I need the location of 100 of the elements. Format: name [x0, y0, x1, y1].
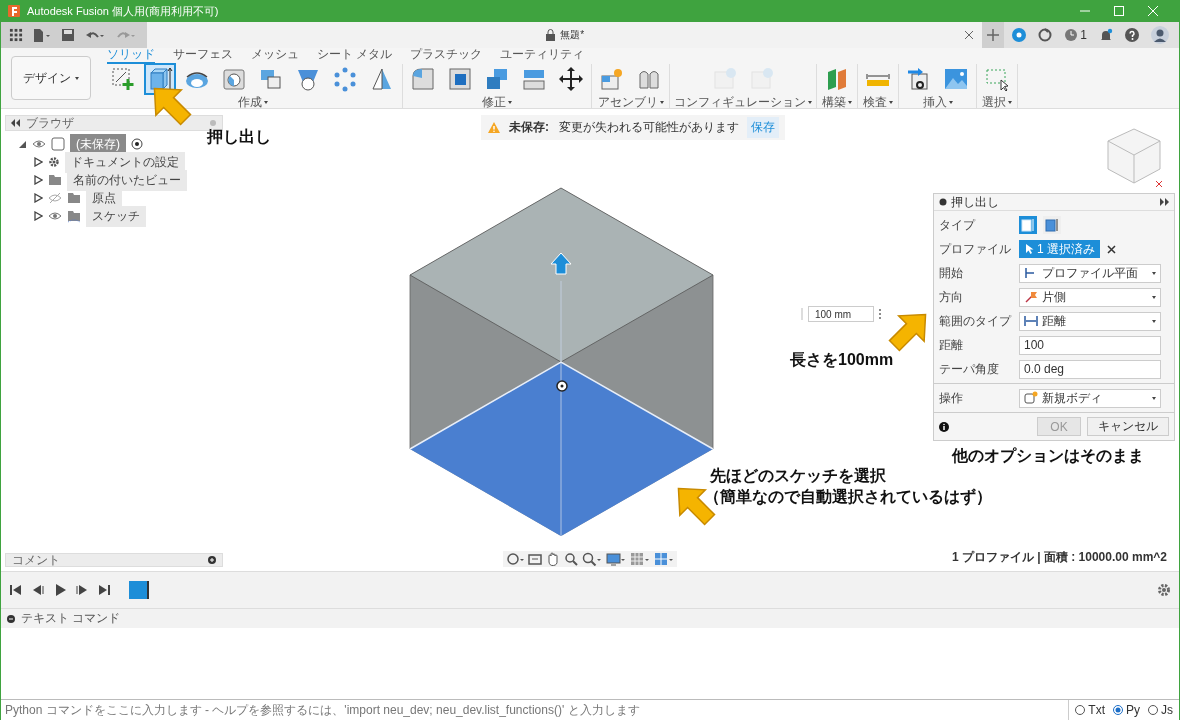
ribbon-tab[interactable]: メッシュ — [251, 48, 299, 64]
input-field[interactable]: 0.0 deg — [1019, 359, 1161, 379]
expand-panel-icon[interactable] — [1159, 197, 1169, 207]
language-radio[interactable]: Py — [1113, 703, 1140, 717]
viewports-icon[interactable] — [654, 552, 674, 566]
component-box-icon — [51, 137, 65, 151]
hole-icon[interactable] — [221, 66, 247, 92]
collapse-icon[interactable] — [939, 198, 947, 206]
maximize-icon[interactable] — [1113, 5, 1125, 17]
settings-icon[interactable] — [1157, 583, 1171, 597]
annotation-caption: （簡単なので自動選択されているはず） — [704, 487, 992, 507]
dropdown-field[interactable]: 距離 — [1019, 311, 1161, 331]
clear-icon[interactable] — [1106, 243, 1117, 255]
field-label: 範囲のタイプ — [939, 312, 1013, 330]
first-icon[interactable] — [9, 583, 23, 597]
annotation-caption: 押し出し — [207, 127, 271, 147]
step-forward-icon[interactable] — [75, 583, 89, 597]
fillet-icon[interactable] — [410, 66, 436, 92]
play-icon[interactable] — [53, 583, 67, 597]
collapse-triangle-icon[interactable] — [17, 139, 27, 149]
combine-icon[interactable] — [484, 66, 510, 92]
ribbon-tab[interactable]: サーフェス — [173, 48, 233, 64]
expand-triangle-icon[interactable] — [33, 193, 43, 203]
annotation-caption: 先ほどのスケッチを選択 — [710, 466, 886, 486]
point-handle-icon[interactable] — [556, 380, 568, 392]
zoom-window-icon[interactable] — [582, 552, 602, 566]
cursor-icon — [1024, 243, 1034, 255]
ribbon-tab[interactable]: プラスチック — [410, 48, 483, 64]
profile-selection-button[interactable]: 1 選択済み — [1019, 240, 1100, 258]
gear-icon — [48, 156, 60, 168]
grid-icon[interactable] — [630, 552, 650, 566]
component-icon[interactable] — [599, 66, 625, 92]
last-icon[interactable] — [97, 583, 111, 597]
sketch-icon[interactable] — [110, 66, 136, 92]
save-icon[interactable] — [61, 28, 75, 42]
type-toggle[interactable] — [1019, 216, 1037, 234]
extensions-icon[interactable] — [1012, 28, 1027, 42]
warning-icon — [487, 121, 501, 134]
apps-grid-icon[interactable] — [9, 28, 23, 42]
text-commands-title: テキスト コマンド — [21, 610, 121, 627]
language-radio[interactable]: Txt — [1075, 703, 1105, 717]
radio-icon — [1148, 705, 1158, 715]
selection-box-icon[interactable] — [984, 66, 1010, 92]
workspace-dropdown[interactable]: デザイン — [11, 56, 91, 100]
field-label: タイプ — [939, 216, 977, 234]
expand-triangle-icon[interactable] — [33, 211, 43, 221]
shell-icon[interactable] — [447, 66, 473, 92]
look-at-icon[interactable] — [528, 552, 542, 566]
dropdown-field[interactable]: 新規ボディ — [1019, 388, 1161, 408]
document-tab[interactable]: 無題* — [545, 28, 585, 42]
clock-icon[interactable] — [1064, 28, 1079, 42]
browser-item[interactable]: スケッチ — [86, 205, 146, 227]
language-radio[interactable]: Js — [1148, 703, 1173, 717]
lock-icon — [545, 29, 557, 41]
more-icon[interactable] — [878, 308, 882, 320]
zoom-icon[interactable] — [564, 552, 578, 566]
collapse-panel-icon[interactable] — [10, 118, 20, 128]
avatar-icon[interactable] — [1151, 26, 1169, 44]
expand-triangle-icon[interactable] — [33, 175, 43, 185]
comments-title: コメント — [12, 551, 60, 569]
orbit-icon[interactable] — [506, 552, 524, 566]
status-text: 1 プロファイル | 面積 : 10000.00 mm^2 — [951, 549, 1167, 566]
timeline-sketch-feature[interactable] — [129, 581, 149, 599]
image-icon[interactable] — [943, 66, 969, 92]
move-icon[interactable] — [558, 66, 584, 92]
radio-selected-icon — [1113, 705, 1123, 715]
eye-icon[interactable] — [32, 138, 46, 150]
help-icon[interactable] — [1125, 28, 1139, 42]
dimension-field[interactable]: 100 mm — [808, 306, 874, 322]
pan-hand-icon[interactable] — [546, 552, 560, 566]
bell-icon[interactable] — [1099, 28, 1113, 42]
file-menu-icon[interactable] — [33, 28, 51, 42]
ribbon-tab[interactable]: ユーティリティ — [500, 48, 585, 64]
ribbon-tab[interactable]: シート メタル — [317, 48, 393, 64]
dialog-button[interactable]: キャンセル — [1087, 417, 1169, 436]
field-label: 距離 — [939, 336, 964, 354]
dropdown-field[interactable]: プロファイル平面 — [1019, 263, 1161, 283]
arrow-handle-icon[interactable] — [550, 252, 572, 275]
dropdown-field[interactable]: 片側 — [1019, 287, 1161, 307]
step-back-icon[interactable] — [31, 583, 45, 597]
extrude-icon[interactable] — [147, 66, 173, 92]
collapse-icon[interactable] — [7, 614, 15, 623]
input-field[interactable]: 100 — [1019, 335, 1161, 355]
new-tab-icon[interactable] — [987, 29, 1000, 41]
display-icon[interactable] — [606, 552, 626, 566]
annotation-caption: 長さを100mm — [790, 350, 894, 370]
dots-pattern-icon[interactable] — [332, 66, 358, 92]
field-label: プロファイル — [939, 240, 1012, 258]
warning-message: 未保存: 変更が失われる可能性があります — [509, 119, 739, 136]
app-logo-icon — [7, 4, 21, 18]
comments-bar[interactable]: コメント — [5, 553, 223, 567]
info-icon[interactable] — [939, 421, 949, 432]
job-count: 1 — [1080, 28, 1087, 42]
add-comment-icon[interactable] — [208, 556, 216, 564]
eye-icon[interactable] — [48, 210, 62, 222]
type-toggle[interactable] — [1043, 216, 1061, 234]
close-icon[interactable] — [964, 30, 975, 40]
expand-triangle-icon[interactable] — [33, 157, 43, 167]
activate-radio-icon[interactable] — [131, 138, 143, 150]
dialog-title: 押し出し — [951, 193, 999, 211]
